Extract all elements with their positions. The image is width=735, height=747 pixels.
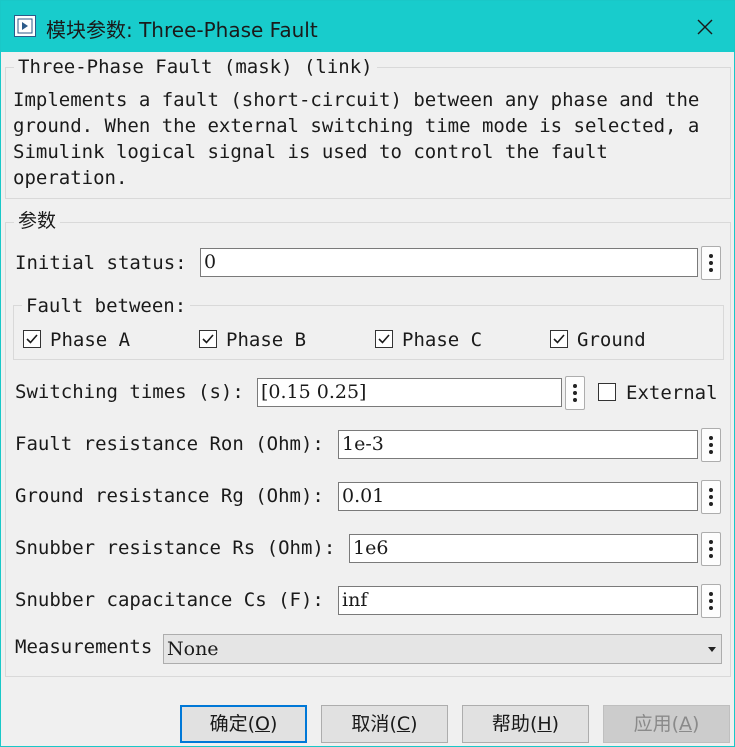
- ok-button[interactable]: 确定(O): [180, 705, 307, 743]
- title-bar: 模块参数: Three-Phase Fault: [1, 1, 734, 52]
- switching-times-label: Switching times (s):: [15, 381, 244, 403]
- snubber-resistance-label: Snubber resistance Rs (Ohm):: [15, 537, 336, 559]
- apply-button[interactable]: 应用(A): [603, 705, 730, 743]
- close-icon[interactable]: [691, 13, 719, 41]
- help-button-label: 帮助: [491, 713, 530, 735]
- block-description: Implements a fault (short-circuit) betwe…: [13, 89, 700, 189]
- cancel-button-label: 取消: [351, 713, 390, 735]
- measurements-label: Measurements: [15, 636, 153, 658]
- ground-resistance-label: Ground resistance Rg (Ohm):: [15, 485, 324, 507]
- cancel-button[interactable]: 取消(C): [321, 705, 448, 743]
- external-checkbox[interactable]: [598, 383, 616, 401]
- phase-b-checkbox[interactable]: [199, 330, 217, 348]
- measurements-selected-value: None: [167, 638, 219, 660]
- snubber-resistance-more-button[interactable]: [701, 532, 721, 566]
- fault-resistance-label: Fault resistance Ron (Ohm):: [15, 433, 324, 455]
- ok-button-label: 确定: [209, 713, 248, 735]
- initial-status-more-button[interactable]: [701, 246, 721, 280]
- ground-label: Ground: [577, 329, 646, 351]
- switching-times-more-button[interactable]: [565, 376, 585, 410]
- fault-resistance-input[interactable]: 1e-3: [338, 430, 698, 459]
- snubber-resistance-input[interactable]: 1e6: [349, 534, 698, 563]
- phase-a-checkbox[interactable]: [23, 330, 41, 348]
- external-label: External: [626, 382, 718, 404]
- block-icon: [14, 15, 36, 37]
- initial-status-input[interactable]: 0: [200, 248, 698, 277]
- window-title: 模块参数: Three-Phase Fault: [46, 18, 318, 42]
- phase-b-label: Phase B: [226, 329, 307, 351]
- fault-between-legend: Fault between:: [22, 295, 191, 317]
- help-button[interactable]: 帮助(H): [462, 705, 589, 743]
- cancel-button-mnemonic: C: [396, 713, 411, 735]
- ground-resistance-input[interactable]: 0.01: [338, 482, 698, 511]
- snubber-capacitance-label: Snubber capacitance Cs (F):: [15, 589, 324, 611]
- phase-c-label: Phase C: [402, 329, 483, 351]
- parameters-legend: 参数: [14, 210, 61, 232]
- description-legend: Three-Phase Fault (mask) (link): [14, 56, 377, 78]
- ok-button-mnemonic: O: [255, 713, 270, 735]
- fault-resistance-more-button[interactable]: [701, 428, 721, 462]
- snubber-capacitance-input[interactable]: inf: [338, 586, 698, 615]
- apply-button-label: 应用: [633, 713, 672, 735]
- switching-times-input[interactable]: [0.15 0.25]: [257, 378, 562, 407]
- dialog-window: 模块参数: Three-Phase Fault Three-Phase Faul…: [0, 0, 735, 747]
- ground-checkbox[interactable]: [550, 330, 568, 348]
- measurements-select[interactable]: None: [163, 634, 722, 664]
- ground-resistance-more-button[interactable]: [701, 480, 721, 514]
- initial-status-label: Initial status:: [15, 252, 187, 274]
- phase-a-label: Phase A: [50, 329, 131, 351]
- snubber-capacitance-more-button[interactable]: [701, 584, 721, 618]
- chevron-down-icon: [708, 647, 716, 652]
- apply-button-mnemonic: A: [679, 713, 692, 735]
- help-button-mnemonic: H: [537, 713, 552, 735]
- phase-c-checkbox[interactable]: [375, 330, 393, 348]
